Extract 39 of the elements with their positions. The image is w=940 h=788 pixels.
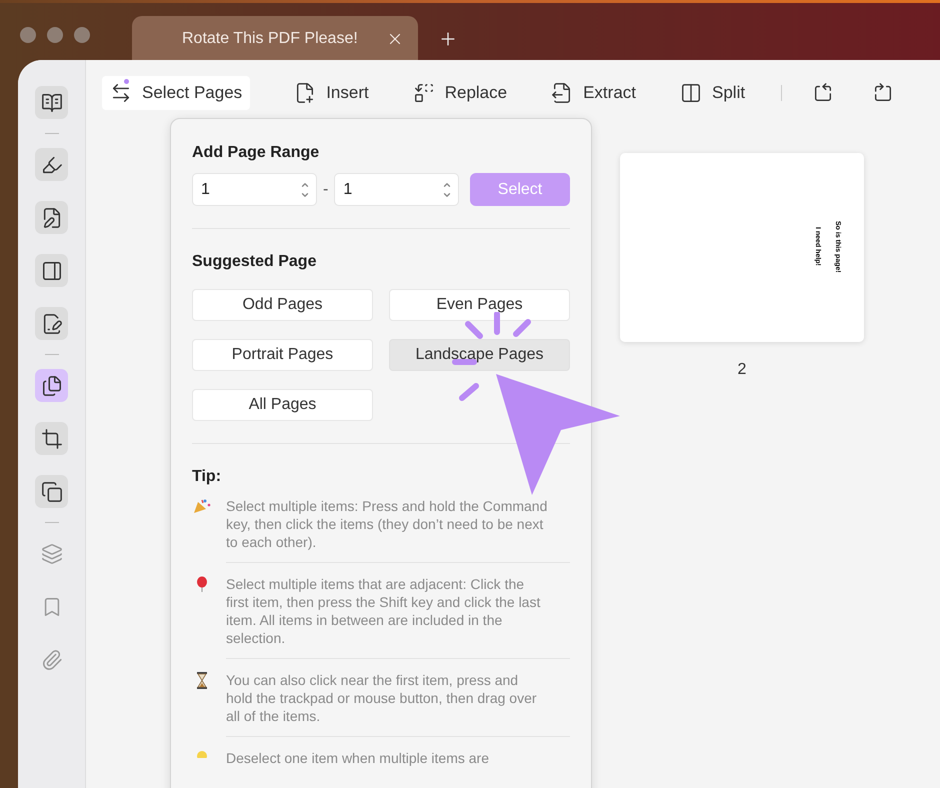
signature-icon[interactable] xyxy=(35,307,68,340)
split-button[interactable]: Split xyxy=(680,76,746,110)
hourglass-icon xyxy=(196,672,208,689)
section-title: Suggested Page xyxy=(192,252,318,272)
select-icon[interactable] xyxy=(110,82,132,104)
pages-icon[interactable] xyxy=(35,369,68,402)
page-filter-button[interactable]: Landscape Pages xyxy=(389,339,570,371)
window-control-icon[interactable] xyxy=(20,27,36,43)
split-icon[interactable] xyxy=(680,82,702,104)
select-pages-button[interactable]: Select Pages xyxy=(102,76,250,110)
document-tab[interactable]: Rotate This PDF Please! xyxy=(132,16,418,61)
page-from-field[interactable]: 1 xyxy=(192,173,317,206)
reader-icon[interactable] xyxy=(35,86,68,119)
balloon-icon xyxy=(196,576,208,592)
crop-icon[interactable] xyxy=(35,422,68,455)
extract-button[interactable]: Extract xyxy=(551,76,636,110)
page-filter-button[interactable]: Portrait Pages xyxy=(192,339,373,371)
replace-icon[interactable] xyxy=(412,82,435,104)
page-filter-button[interactable]: Odd Pages xyxy=(192,289,373,321)
page-number: 2 xyxy=(738,360,746,380)
tip-text: Deselect one item when multiple items are xyxy=(226,749,490,767)
tip-text: Select multiple items that are adjacent: Click the first item, then press the Shift key and click the last item. All items in between are included in the selection. xyxy=(226,575,542,647)
party-popper-icon xyxy=(193,498,211,514)
window-control-icon[interactable] xyxy=(74,27,90,43)
form-icon[interactable] xyxy=(35,254,68,287)
tip-text: Select multiple items: Press and hold the Command key, then click the items (they don’t need to be next to each other). xyxy=(226,497,548,551)
document-pen-icon[interactable] xyxy=(35,201,68,234)
insert-button[interactable]: Insert xyxy=(294,76,369,110)
page-filter-button[interactable]: All Pages xyxy=(192,389,373,421)
highlighter-icon[interactable] xyxy=(35,148,68,181)
window-control-icon[interactable] xyxy=(47,27,63,43)
range-separator: - xyxy=(323,180,328,200)
copy-icon[interactable] xyxy=(35,475,68,508)
tip-text: You can also click near the first item, press and hold the trackpad or mouse button, then drag over all of the items. xyxy=(226,671,538,725)
page-filter-button[interactable]: Even Pages xyxy=(389,289,570,321)
page-to-field[interactable]: 1 xyxy=(334,173,460,206)
section-title: Tip: xyxy=(192,467,222,487)
replace-button[interactable]: Replace xyxy=(412,76,508,110)
section-title: Add Page Range xyxy=(192,143,320,163)
